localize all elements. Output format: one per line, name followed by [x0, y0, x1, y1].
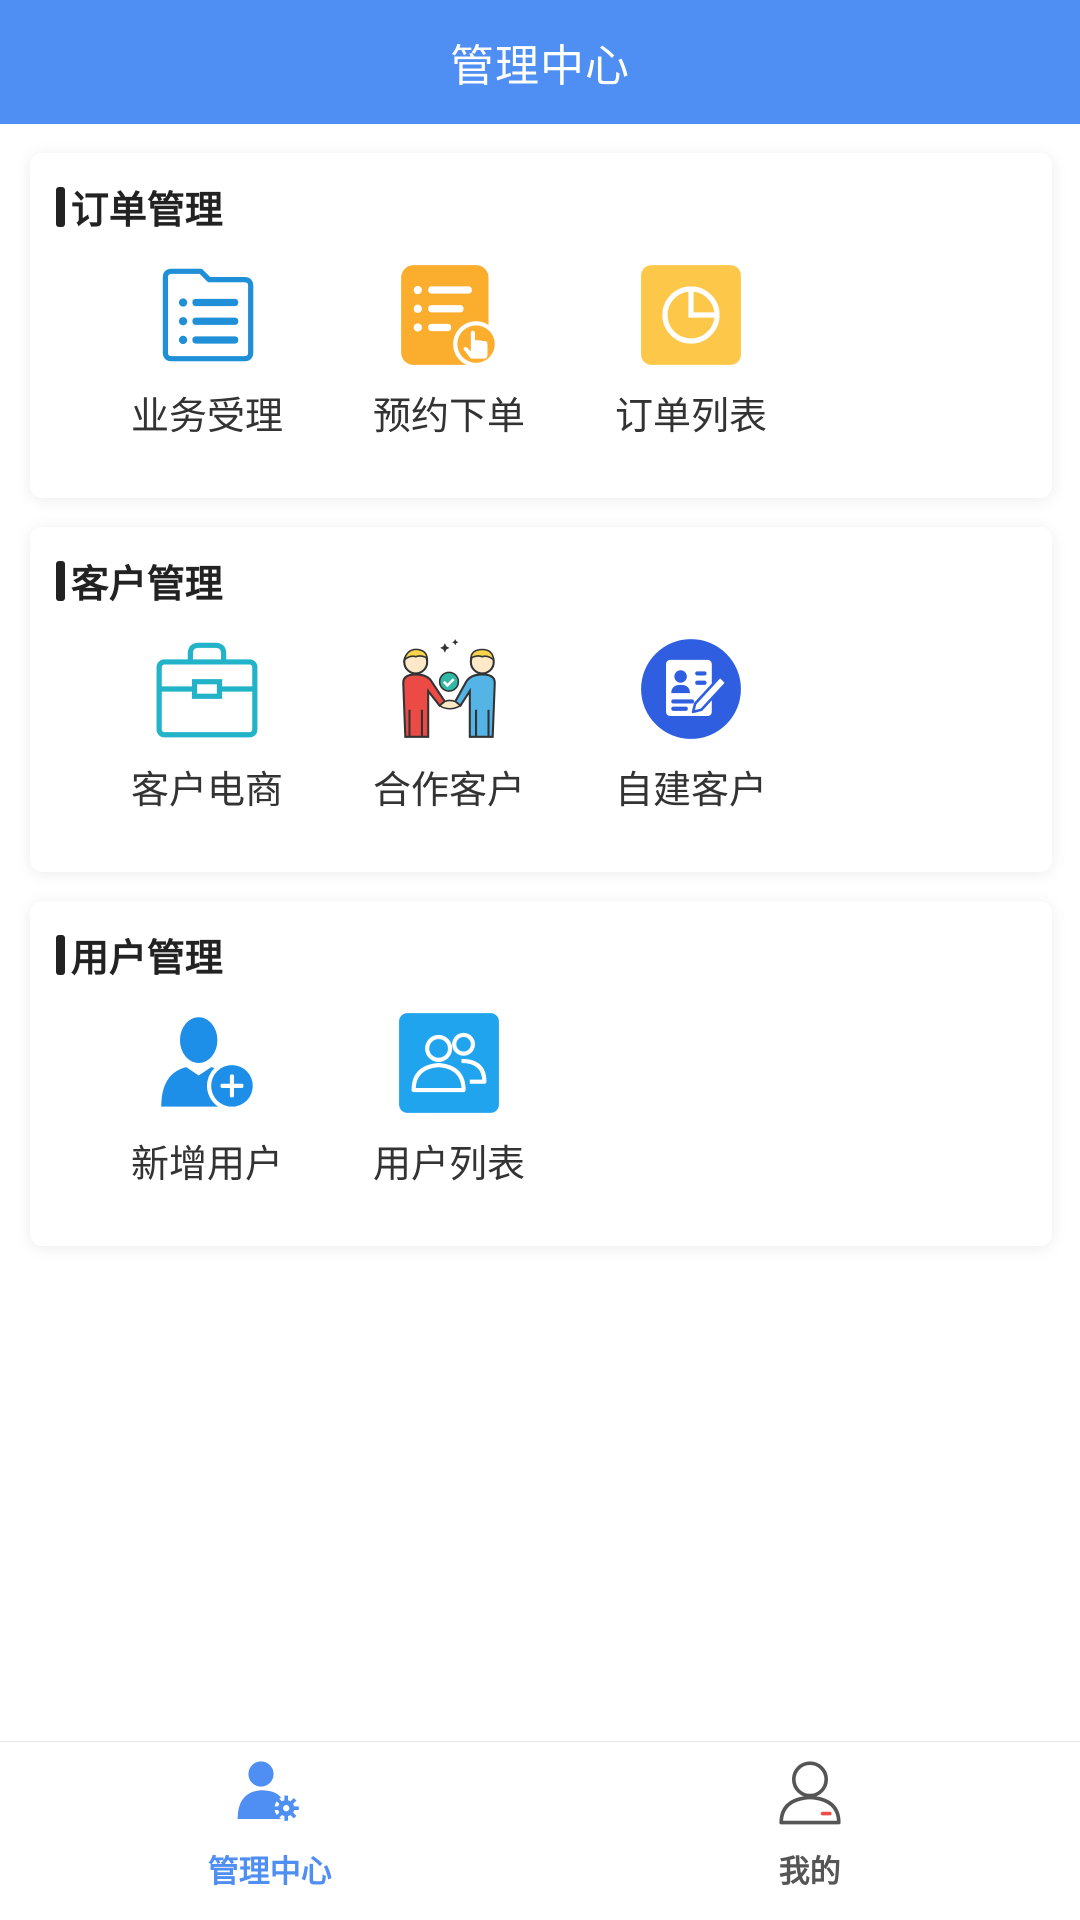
menu-item-label: 客户电商: [130, 768, 283, 812]
header-bar: 管理中心: [0, 0, 1080, 124]
tab-mine[interactable]: 我的: [540, 1742, 1080, 1920]
briefcase-icon: [155, 637, 259, 741]
section-title-label: 客户管理: [71, 562, 224, 606]
tab-label: 我的: [779, 1854, 841, 1890]
users-icon: [397, 1011, 501, 1115]
tab-management-center[interactable]: 管理中心: [0, 1742, 540, 1920]
user-gear-icon: [234, 1756, 306, 1828]
tab-label: 管理中心: [208, 1854, 332, 1890]
section-title-label: 订单管理: [71, 188, 224, 232]
folder-list-icon: [155, 263, 259, 367]
handshake-icon: [397, 637, 501, 741]
menu-item-label: 新增用户: [130, 1142, 283, 1186]
pie-chart-icon: [639, 263, 743, 367]
section-items: 新增用户 用户列表: [30, 1011, 1052, 1188]
section-card-users: 用户管理 新增用户 用户列表: [30, 901, 1052, 1246]
menu-item-label: 自建客户: [614, 768, 767, 812]
menu-item-appointment-order[interactable]: 预约下单: [328, 263, 570, 440]
section-card-customers: 客户管理 客户电商 合作客户 自建客户: [30, 527, 1052, 872]
section-title-label: 用户管理: [71, 936, 224, 980]
page-title: 管理中心: [450, 41, 630, 92]
menu-item-user-list[interactable]: 用户列表: [328, 1011, 570, 1188]
person-outline-icon: [774, 1756, 846, 1828]
menu-item-label: 订单列表: [614, 394, 767, 438]
checklist-hand-icon: [397, 263, 501, 367]
menu-item-label: 预约下单: [372, 394, 525, 438]
section-items: 业务受理 预约下单 订单列表: [30, 263, 1052, 440]
title-marker: [56, 934, 65, 975]
add-user-icon: [155, 1011, 259, 1115]
menu-item-label: 业务受理: [130, 394, 283, 438]
menu-item-partner-customers[interactable]: 合作客户: [328, 637, 570, 814]
section-items: 客户电商 合作客户 自建客户: [30, 637, 1052, 814]
id-card-edit-icon: [639, 637, 743, 741]
section-title: 订单管理: [56, 179, 223, 234]
menu-item-label: 用户列表: [372, 1142, 525, 1186]
title-marker: [56, 560, 65, 601]
title-marker: [56, 186, 65, 227]
menu-item-label: 合作客户: [372, 768, 525, 812]
menu-item-customer-ecommerce[interactable]: 客户电商: [86, 637, 328, 814]
menu-item-self-built-customers[interactable]: 自建客户: [570, 637, 812, 814]
menu-item-add-user[interactable]: 新增用户: [86, 1011, 328, 1188]
menu-item-business-acceptance[interactable]: 业务受理: [86, 263, 328, 440]
bottom-tab-bar: 管理中心 我的: [0, 1741, 1080, 1920]
section-title: 客户管理: [56, 553, 223, 608]
section-card-orders: 订单管理 业务受理 预约下单 订单列表: [30, 153, 1052, 498]
menu-item-order-list[interactable]: 订单列表: [570, 263, 812, 440]
section-title: 用户管理: [56, 927, 223, 982]
